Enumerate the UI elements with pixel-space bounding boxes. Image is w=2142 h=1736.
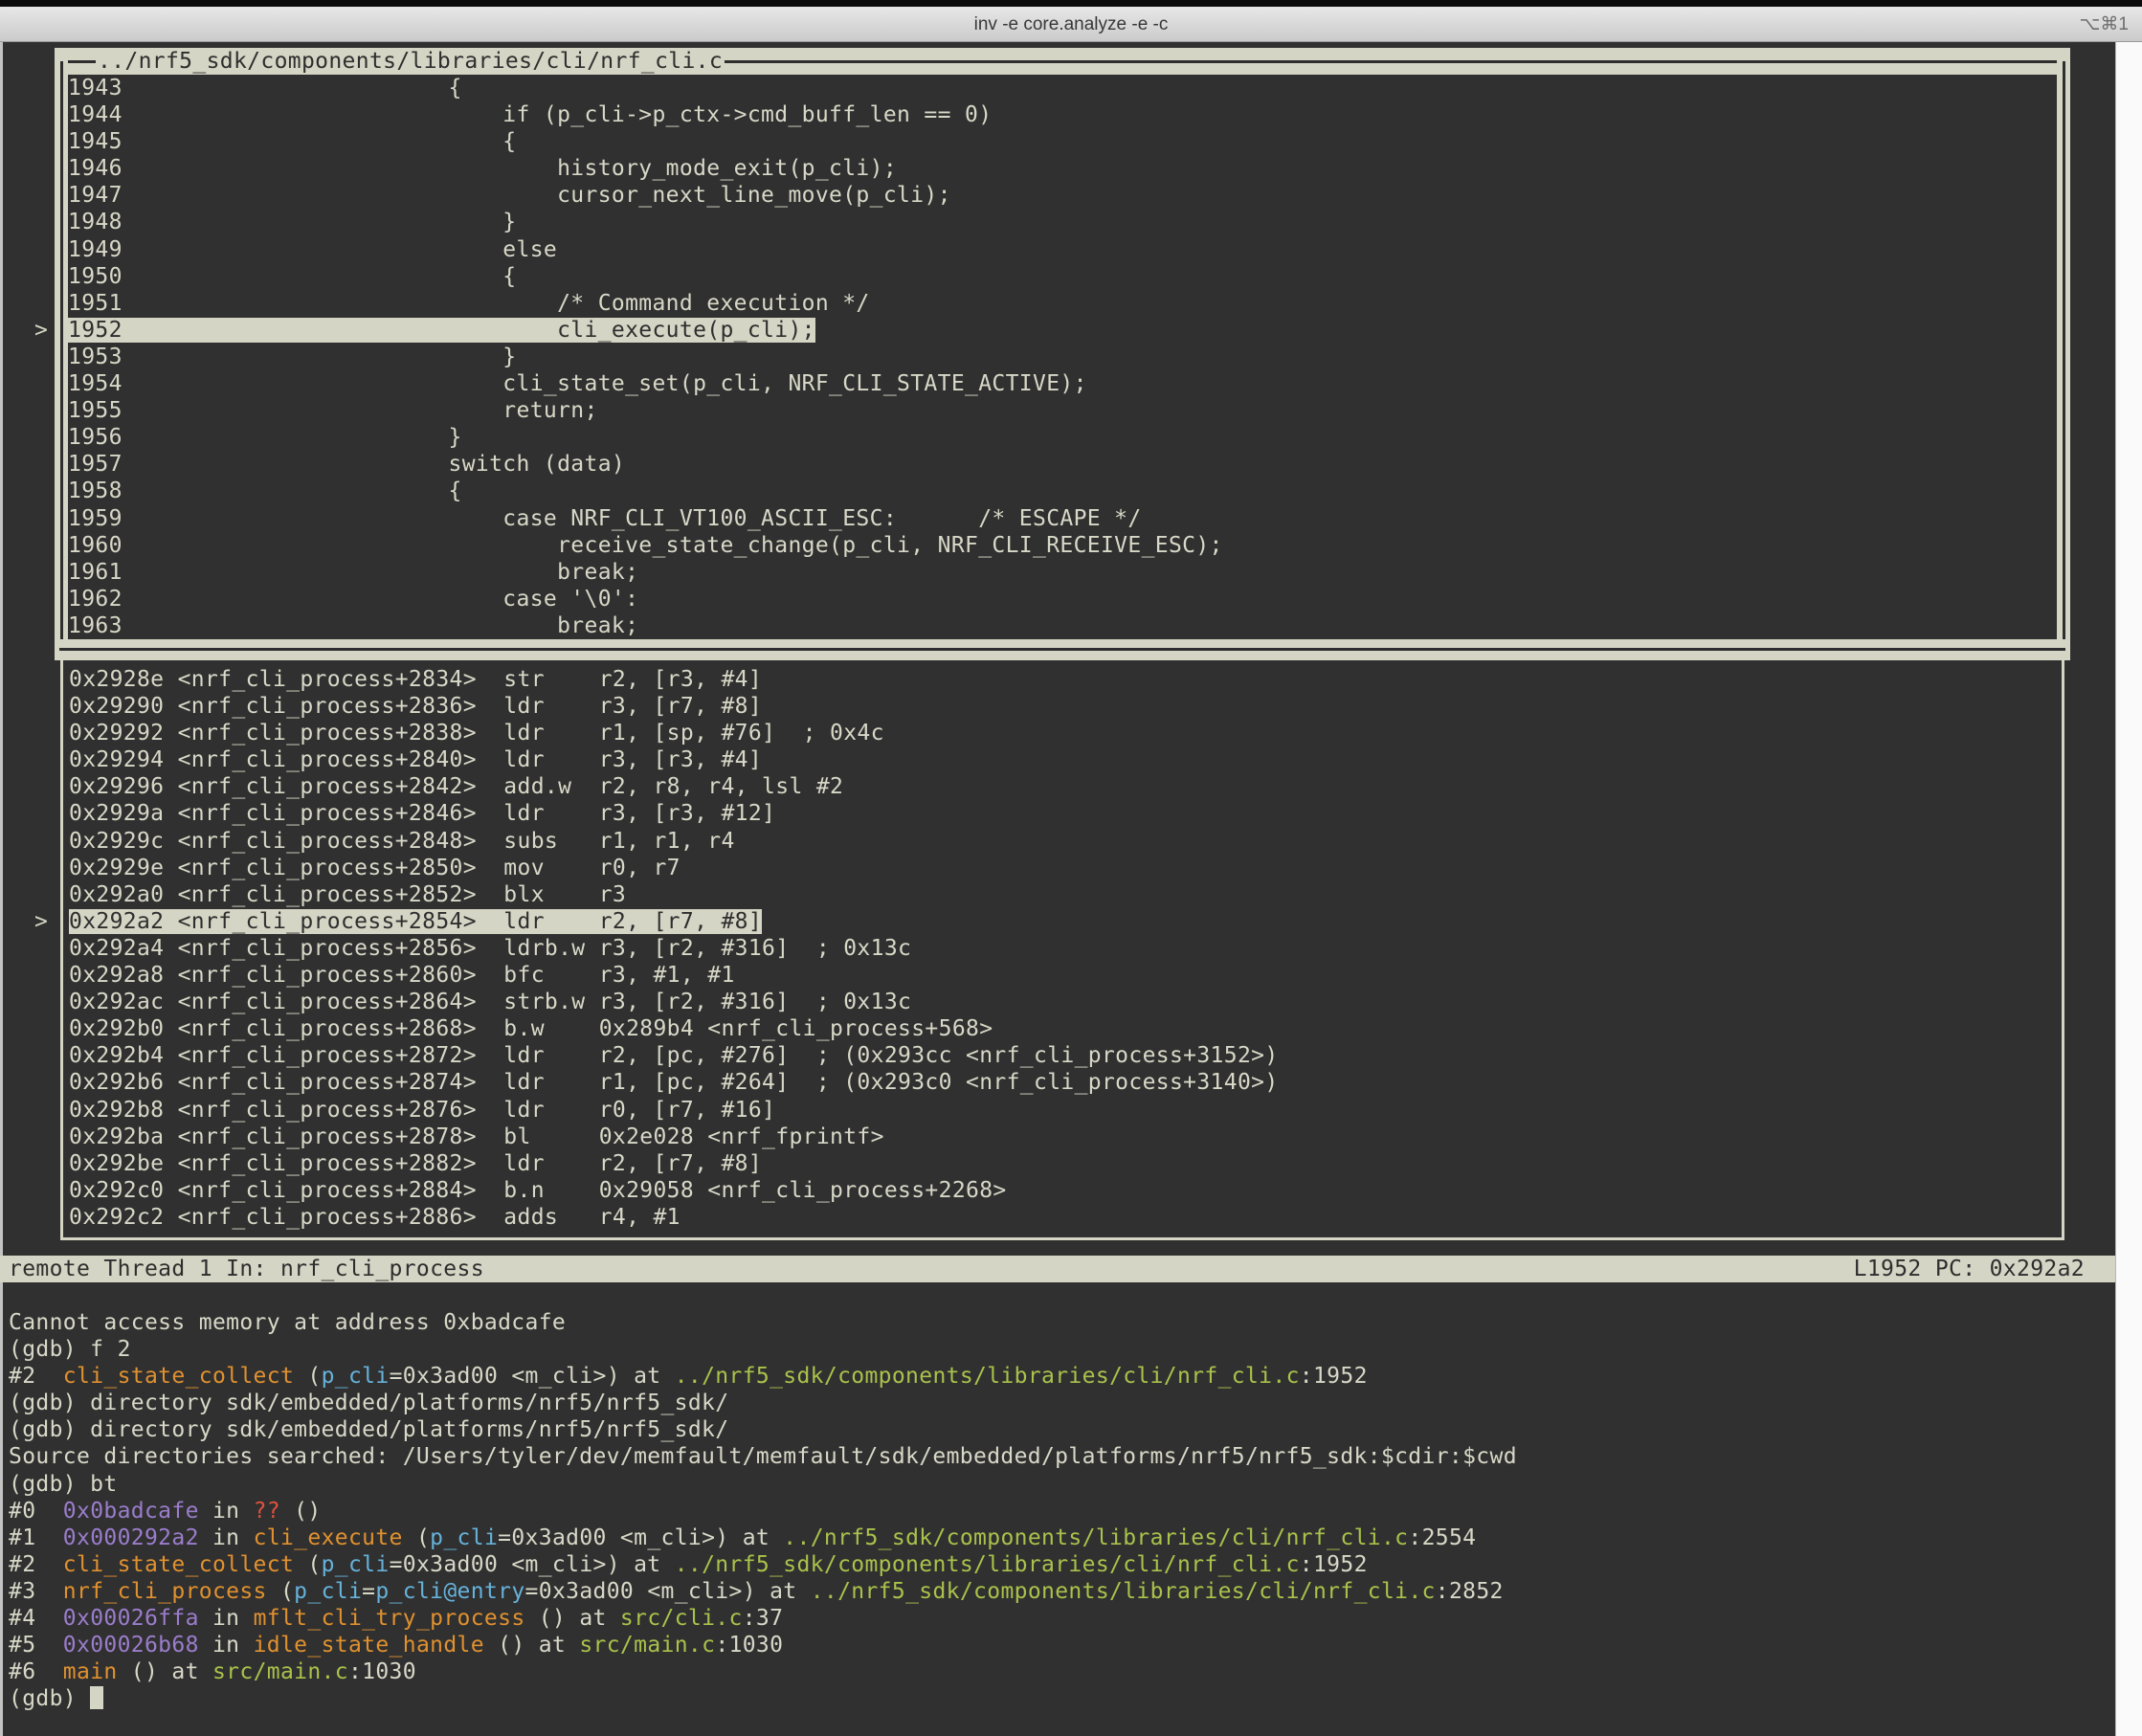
- asm-line: 0x292ba <nrf_cli_process+2878> bl 0x2e02…: [69, 1124, 2060, 1150]
- source-line: 1956 }: [68, 424, 2057, 451]
- tab-shortcut-badge: ⌥⌘1: [2080, 7, 2129, 42]
- console-line: #0 0x0badcafe in ?? (): [9, 1498, 2109, 1525]
- asm-window-left-border: [60, 658, 63, 1240]
- source-line: 1960 receive_state_change(p_cli, NRF_CLI…: [68, 532, 2057, 559]
- source-line: 1947 cursor_next_line_move(p_cli);: [68, 182, 2057, 209]
- source-window-top-border: ../nrf5_sdk/components/libraries/cli/nrf…: [55, 48, 2070, 75]
- console-line: #2 cli_state_collect (p_cli=0x3ad00 <m_c…: [9, 1363, 2109, 1390]
- asm-line: 0x292c2 <nrf_cli_process+2886> adds r4, …: [69, 1204, 2060, 1231]
- source-current-line-marker: >: [34, 317, 54, 344]
- terminal-window: inv -e core.analyze -e -c ⌥⌘1 ../nrf5_sd…: [0, 0, 2142, 1736]
- console-line: (gdb) directory sdk/embedded/platforms/n…: [9, 1416, 2109, 1443]
- console-line: (gdb): [9, 1685, 2109, 1712]
- asm-line: 0x292b4 <nrf_cli_process+2872> ldr r2, […: [69, 1042, 2060, 1069]
- console-line: #3 nrf_cli_process (p_cli=p_cli@entry=0x…: [9, 1578, 2109, 1605]
- asm-code-lines[interactable]: 0x2928e <nrf_cli_process+2834> str r2, […: [69, 666, 2060, 1231]
- source-line: 1959 case NRF_CLI_VT100_ASCII_ESC: /* ES…: [68, 505, 2057, 532]
- console-line: Source directories searched: /Users/tyle…: [9, 1443, 2109, 1470]
- asm-line: 0x2928e <nrf_cli_process+2834> str r2, […: [69, 666, 2060, 693]
- console-line: #4 0x00026ffa in mflt_cli_try_process ()…: [9, 1605, 2109, 1632]
- scrollbar[interactable]: [2115, 42, 2142, 1736]
- source-line: 1952 cli_execute(p_cli);: [68, 317, 2057, 344]
- source-line: 1958 {: [68, 478, 2057, 504]
- window-left-edge: [0, 42, 3, 1736]
- status-thread-info: remote Thread 1 In: nrf_cli_process: [9, 1256, 484, 1282]
- status-line-pc-info: L1952 PC: 0x292a2: [1854, 1256, 2085, 1282]
- source-window-left-border: [55, 48, 68, 660]
- source-line: 1961 break;: [68, 559, 2057, 586]
- border-line: [60, 61, 63, 651]
- asm-line: 0x292b0 <nrf_cli_process+2868> b.w 0x289…: [69, 1015, 2060, 1042]
- console-line: (gdb) f 2: [9, 1336, 2109, 1363]
- console-line: #1 0x000292a2 in cli_execute (p_cli=0x3a…: [9, 1525, 2109, 1551]
- border-line: [2063, 61, 2065, 651]
- asm-current-line-marker: >: [34, 908, 54, 935]
- screen-top-strip: [0, 0, 2142, 7]
- asm-line: 0x292b6 <nrf_cli_process+2874> ldr r1, […: [69, 1069, 2060, 1096]
- source-line: 1943 {: [68, 75, 2057, 101]
- source-file-title: ../nrf5_sdk/components/libraries/cli/nrf…: [96, 48, 725, 75]
- asm-line: 0x2929c <nrf_cli_process+2848> subs r1, …: [69, 828, 2060, 855]
- asm-line: 0x29290 <nrf_cli_process+2836> ldr r3, […: [69, 693, 2060, 720]
- console-line: (gdb) directory sdk/embedded/platforms/n…: [9, 1390, 2109, 1416]
- source-line: 1954 cli_state_set(p_cli, NRF_CLI_STATE_…: [68, 370, 2057, 397]
- source-window-right-border: [2057, 48, 2070, 660]
- source-line: 1963 break;: [68, 612, 2057, 639]
- source-line: 1951 /* Command execution */: [68, 290, 2057, 317]
- console-line: (gdb) bt: [9, 1471, 2109, 1498]
- asm-line: 0x29296 <nrf_cli_process+2842> add.w r2,…: [69, 773, 2060, 800]
- text-cursor: [90, 1686, 103, 1709]
- asm-line: 0x2929e <nrf_cli_process+2850> mov r0, r…: [69, 855, 2060, 881]
- gdb-console[interactable]: Cannot access memory at address 0xbadcaf…: [9, 1309, 2109, 1712]
- asm-line: 0x292a8 <nrf_cli_process+2860> bfc r3, #…: [69, 962, 2060, 989]
- source-line: 1948 }: [68, 209, 2057, 235]
- asm-line: 0x29292 <nrf_cli_process+2838> ldr r1, […: [69, 720, 2060, 746]
- asm-line: 0x2929a <nrf_cli_process+2846> ldr r3, […: [69, 800, 2060, 827]
- asm-window-bottom-border: [60, 1237, 2064, 1240]
- asm-line: 0x292a0 <nrf_cli_process+2852> blx r3: [69, 881, 2060, 908]
- source-line: 1949 else: [68, 236, 2057, 263]
- window-title: inv -e core.analyze -e -c: [0, 7, 2142, 42]
- source-line: 1946 history_mode_exit(p_cli);: [68, 155, 2057, 182]
- border-line: [59, 648, 2065, 651]
- asm-line: 0x292b8 <nrf_cli_process+2876> ldr r0, […: [69, 1097, 2060, 1124]
- asm-line: 0x292be <nrf_cli_process+2882> ldr r2, […: [69, 1150, 2060, 1177]
- console-line: #5 0x00026b68 in idle_state_handle () at…: [9, 1632, 2109, 1658]
- asm-line: 0x292c0 <nrf_cli_process+2884> b.n 0x290…: [69, 1177, 2060, 1204]
- source-line: 1957 switch (data): [68, 451, 2057, 478]
- source-line: 1962 case '\0':: [68, 586, 2057, 612]
- source-line: 1944 if (p_cli->p_ctx->cmd_buff_len == 0…: [68, 101, 2057, 128]
- source-line: 1945 {: [68, 128, 2057, 155]
- macos-titlebar[interactable]: inv -e core.analyze -e -c ⌥⌘1: [0, 7, 2142, 42]
- console-line: #2 cli_state_collect (p_cli=0x3ad00 <m_c…: [9, 1551, 2109, 1578]
- asm-line: 0x292a2 <nrf_cli_process+2854> ldr r2, […: [69, 908, 2060, 935]
- console-line: Cannot access memory at address 0xbadcaf…: [9, 1309, 2109, 1336]
- asm-line: 0x29294 <nrf_cli_process+2840> ldr r3, […: [69, 746, 2060, 773]
- gdb-status-bar: remote Thread 1 In: nrf_cli_process L195…: [0, 1256, 2115, 1282]
- asm-line: 0x292ac <nrf_cli_process+2864> strb.w r3…: [69, 989, 2060, 1015]
- asm-line: 0x292a4 <nrf_cli_process+2856> ldrb.w r3…: [69, 935, 2060, 962]
- source-code-lines[interactable]: 1943 {1944 if (p_cli->p_ctx->cmd_buff_le…: [68, 75, 2057, 639]
- source-window-bottom-border: [55, 639, 2070, 660]
- console-line: #6 main () at src/main.c:1030: [9, 1658, 2109, 1685]
- source-line: 1950 {: [68, 263, 2057, 290]
- source-window: ../nrf5_sdk/components/libraries/cli/nrf…: [55, 48, 2070, 660]
- source-line: 1953 }: [68, 344, 2057, 370]
- asm-window-right-border: [2062, 658, 2064, 1240]
- source-line: 1955 return;: [68, 397, 2057, 424]
